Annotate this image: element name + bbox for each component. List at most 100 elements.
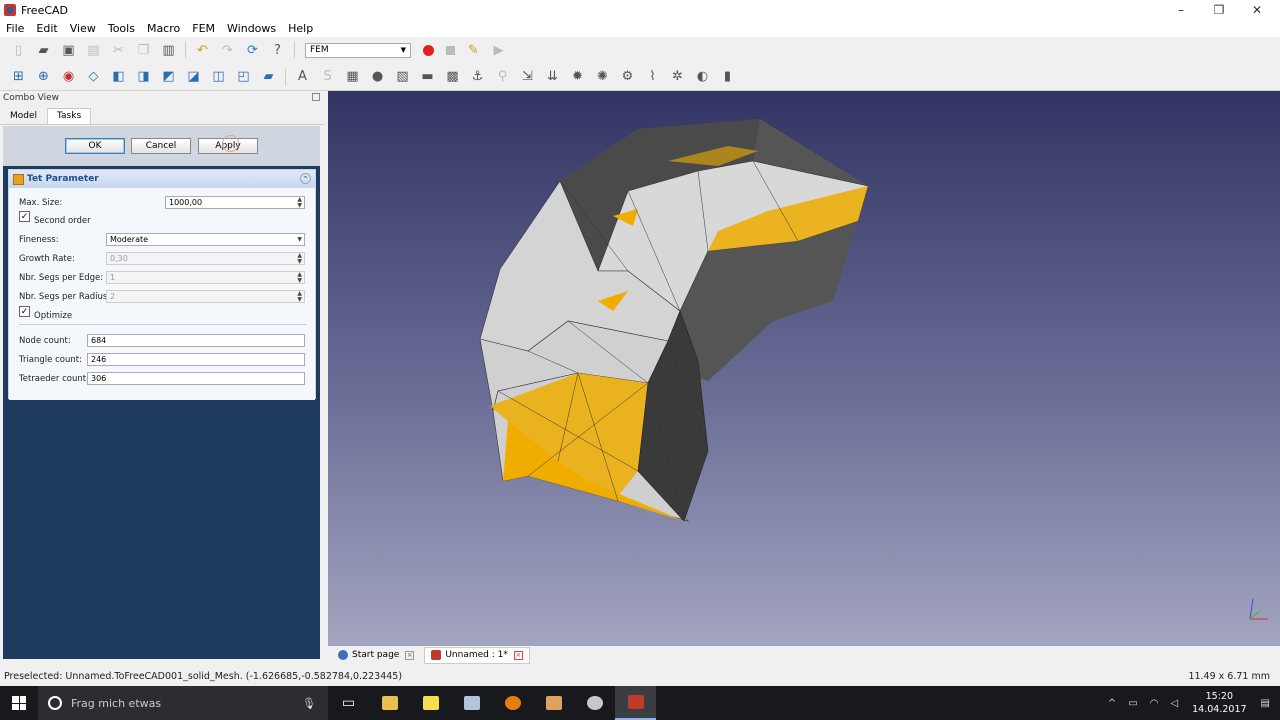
fit-selection-icon[interactable]: ⊕ — [34, 68, 53, 86]
volume-icon[interactable]: ◁ — [1170, 698, 1178, 709]
file-explorer-icon[interactable] — [369, 686, 410, 720]
menu-fem[interactable]: FEM — [186, 22, 221, 35]
close-button[interactable]: ✕ — [1238, 0, 1276, 20]
growth-rate-input[interactable]: 0,30 ▲ ▼ — [106, 252, 305, 265]
document-app-icon[interactable] — [533, 686, 574, 720]
fem-pressure-icon[interactable]: ⇊ — [543, 68, 562, 86]
fem-heatflux-icon[interactable]: ✲ — [668, 68, 687, 86]
minimize-button[interactable]: – — [1162, 0, 1200, 20]
spinner-icon[interactable]: ▲ ▼ — [297, 291, 302, 303]
menu-macro[interactable]: Macro — [141, 22, 186, 35]
menu-help[interactable]: Help — [282, 22, 319, 35]
recorder-app-icon[interactable] — [574, 686, 615, 720]
fem-colorbar-icon[interactable]: ▮ — [718, 68, 737, 86]
3d-viewport[interactable] — [328, 91, 1280, 646]
fem-material-icon[interactable]: ● — [368, 68, 387, 86]
draw-style-icon[interactable]: ◉ — [59, 68, 78, 86]
fem-gear-icon[interactable]: ✹ — [568, 68, 587, 86]
spinner-icon[interactable]: ▲ ▼ — [297, 197, 302, 209]
rear-view-icon[interactable]: ◪ — [184, 68, 203, 86]
tab-tasks[interactable]: Tasks — [47, 108, 92, 124]
fem-shell-icon[interactable]: ▧ — [393, 68, 412, 86]
measure-icon[interactable]: ▰ — [259, 68, 278, 86]
fem-bearing-icon[interactable]: ✺ — [593, 68, 612, 86]
collapse-icon[interactable]: ⌃ — [300, 173, 311, 184]
fem-constraint-fixed-icon[interactable]: ⚓ — [468, 68, 487, 86]
stop-macro-icon[interactable] — [446, 45, 455, 55]
spinner-icon[interactable]: ▲ ▼ — [297, 253, 302, 265]
menu-tools[interactable]: Tools — [102, 22, 141, 35]
network-app-icon[interactable] — [451, 686, 492, 720]
fem-mesh-icon[interactable]: ▦ — [343, 68, 362, 86]
second-order-checkbox[interactable]: ✓ — [19, 211, 30, 222]
workbench-selector[interactable]: FEM ▼ — [305, 42, 411, 58]
close-icon[interactable]: × — [513, 650, 523, 660]
paste-icon[interactable]: ▥ — [159, 41, 178, 59]
fem-constraint-icon[interactable]: ⚲ — [493, 68, 512, 86]
run-macro-icon[interactable]: ▶ — [489, 41, 508, 59]
new-file-icon[interactable]: ▯ — [9, 41, 28, 59]
fem-temperature-icon[interactable]: ⌇ — [643, 68, 662, 86]
left-view-icon[interactable]: ◰ — [234, 68, 253, 86]
clock[interactable]: 15:20 14.04.2017 — [1192, 690, 1246, 716]
save-icon[interactable]: ▣ — [59, 41, 78, 59]
sticky-notes-icon[interactable] — [410, 686, 451, 720]
tab-unnamed[interactable]: Unnamed : 1* × — [424, 646, 530, 664]
notifications-icon[interactable]: ▤ — [1261, 698, 1270, 709]
right-view-icon[interactable]: ◩ — [159, 68, 178, 86]
front-view-icon[interactable]: ◧ — [109, 68, 128, 86]
microphone-icon[interactable]: 🎙 — [302, 697, 316, 710]
fem-analysis-icon[interactable]: A — [293, 68, 312, 86]
fineness-select[interactable]: Moderate ▼ — [106, 233, 305, 246]
menu-view[interactable]: View — [64, 22, 102, 35]
fit-all-icon[interactable]: ⊞ — [9, 68, 28, 86]
battery-icon[interactable]: ▭ — [1128, 698, 1137, 709]
blender-icon[interactable] — [492, 686, 533, 720]
chevron-up-icon[interactable]: ^ — [1108, 698, 1116, 709]
close-icon[interactable]: × — [405, 650, 415, 660]
task-view-icon[interactable]: ▭ — [328, 686, 369, 720]
copy-icon[interactable]: ❐ — [134, 41, 153, 59]
maximize-button[interactable]: ❐ — [1200, 0, 1238, 20]
undo-icon[interactable]: ↶ — [193, 41, 212, 59]
print-icon[interactable]: ▤ — [84, 41, 103, 59]
spinner-icon[interactable]: ▲ ▼ — [297, 272, 302, 284]
fem-results-icon[interactable]: ◐ — [693, 68, 712, 86]
fem-grid-icon[interactable]: ▩ — [443, 68, 462, 86]
apply-button[interactable]: Apply — [198, 135, 258, 154]
fem-pulley-icon[interactable]: ⚙ — [618, 68, 637, 86]
segs-edge-input[interactable]: 1 ▲ ▼ — [106, 271, 305, 284]
node-count-field[interactable]: 684 — [87, 334, 305, 347]
menu-windows[interactable]: Windows — [221, 22, 282, 35]
optimize-checkbox[interactable]: ✓ — [19, 306, 30, 317]
cut-icon[interactable]: ✂ — [109, 41, 128, 59]
triangle-count-field[interactable]: 246 — [87, 353, 305, 366]
isometric-view-icon[interactable]: ◇ — [84, 68, 103, 86]
top-view-icon[interactable]: ◨ — [134, 68, 153, 86]
start-button[interactable] — [0, 686, 38, 720]
fem-solver-icon[interactable]: S — [318, 68, 337, 86]
edit-macro-icon[interactable]: ✎ — [464, 41, 483, 59]
fem-force-icon[interactable]: ⇲ — [518, 68, 537, 86]
menu-file[interactable]: File — [0, 22, 30, 35]
mesh-model[interactable] — [328, 91, 1280, 646]
undock-icon[interactable] — [312, 93, 320, 101]
record-macro-icon[interactable] — [423, 44, 434, 56]
tetraeder-count-field[interactable]: 306 — [87, 372, 305, 385]
cancel-button[interactable]: Cancel — [131, 138, 191, 154]
tab-model[interactable]: Model — [0, 108, 47, 124]
ok-button[interactable]: OK — [65, 138, 125, 154]
tab-start-page[interactable]: Start page × — [332, 647, 420, 664]
whats-this-icon[interactable]: ? — [268, 41, 287, 59]
menu-edit[interactable]: Edit — [30, 22, 63, 35]
open-file-icon[interactable]: ▰ — [34, 41, 53, 59]
max-size-input[interactable]: 1000,00 ▲ ▼ — [165, 196, 305, 209]
bottom-view-icon[interactable]: ◫ — [209, 68, 228, 86]
taskbar-search[interactable]: Frag mich etwas 🎙 — [38, 686, 328, 720]
segs-radius-input[interactable]: 2 ▲ ▼ — [106, 290, 305, 303]
fem-beam-icon[interactable]: ▬ — [418, 68, 437, 86]
redo-icon[interactable]: ↷ — [218, 41, 237, 59]
refresh-icon[interactable]: ⟳ — [243, 41, 262, 59]
wifi-icon[interactable]: ◠ — [1150, 698, 1159, 709]
freecad-taskbar-icon[interactable] — [615, 686, 656, 720]
